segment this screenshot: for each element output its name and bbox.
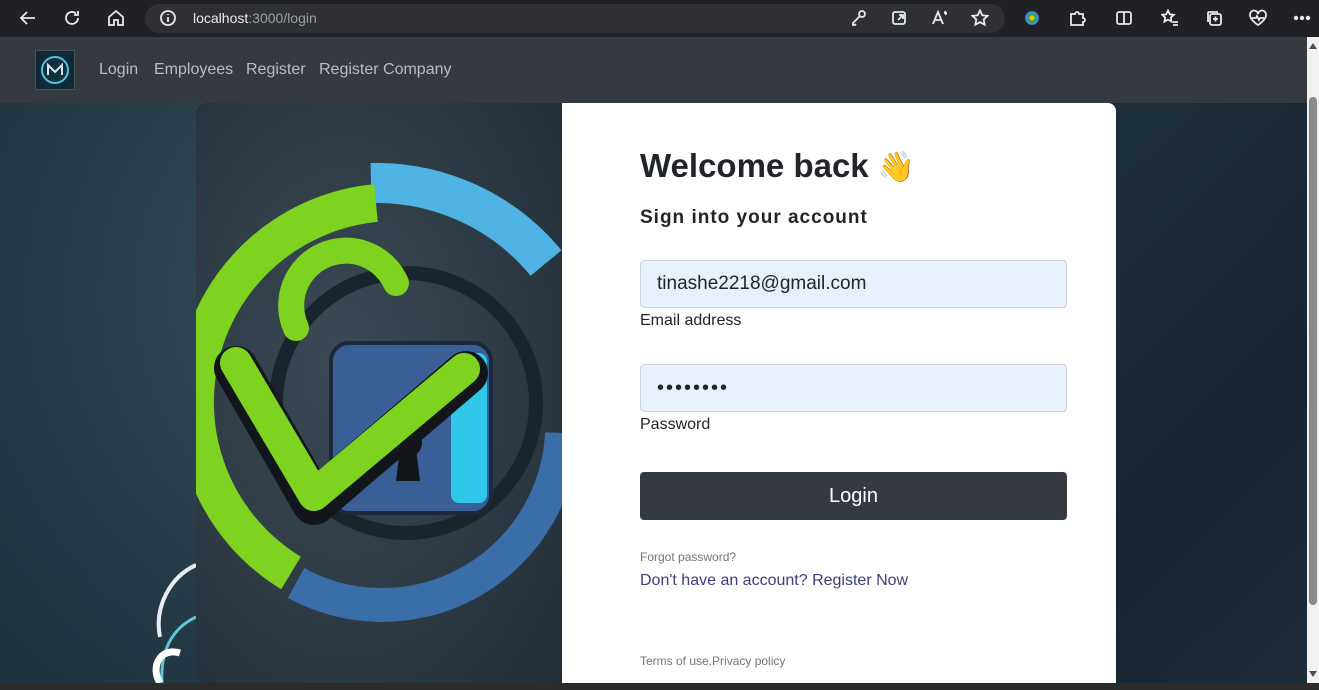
heart-pulse-icon (1249, 9, 1267, 27)
ellipsis-icon (1293, 15, 1311, 21)
url-text: localhost:3000/login (193, 10, 317, 26)
nav-link-employees[interactable]: Employees (154, 61, 233, 79)
favorites-list-icon (1161, 9, 1178, 26)
extensions-button[interactable] (1063, 5, 1091, 31)
brand-logo[interactable] (35, 50, 75, 90)
navbar: Login Employees Register Register Compan… (0, 37, 1307, 103)
info-icon[interactable] (159, 9, 177, 27)
copilot-icon (1025, 11, 1039, 25)
scroll-down-icon[interactable] (1309, 671, 1317, 677)
background-decoration (152, 563, 197, 683)
reload-icon (65, 11, 79, 25)
page-scrollbar[interactable] (1307, 37, 1319, 683)
split-screen-button[interactable] (1110, 5, 1138, 31)
bottom-edge (0, 683, 1319, 690)
key-icon[interactable] (851, 9, 867, 27)
wave-emoji-icon: 👋 (877, 151, 916, 184)
nav-link-login[interactable]: Login (99, 61, 138, 79)
address-bar[interactable]: localhost:3000/login (145, 4, 1005, 33)
browser-chrome: localhost:3000/login (0, 0, 1319, 37)
collections-button[interactable] (1200, 5, 1228, 31)
password-label: Password (640, 416, 711, 433)
background-right (1116, 103, 1307, 683)
forgot-password-link[interactable]: Forgot password? (640, 550, 736, 564)
register-prompt: Don't have an account? Register Now (640, 572, 908, 590)
login-card: Welcome back 👋 Sign into your account ti… (196, 103, 1116, 683)
read-aloud-icon[interactable] (931, 9, 949, 27)
collections-icon (1207, 11, 1222, 26)
email-field[interactable]: tinashe2218@gmail.com (640, 260, 1067, 308)
puzzle-icon (1070, 11, 1086, 26)
more-menu-button[interactable] (1288, 5, 1316, 31)
login-illustration (196, 103, 579, 683)
split-screen-icon (1116, 11, 1132, 25)
page-viewport: Login Employees Register Register Compan… (0, 37, 1307, 683)
scroll-thumb[interactable] (1309, 97, 1317, 605)
favorite-star-icon[interactable] (971, 9, 989, 27)
nav-link-register[interactable]: Register (246, 61, 306, 79)
nav-link-register-company[interactable]: Register Company (319, 61, 452, 79)
reload-button[interactable] (58, 5, 86, 31)
open-app-icon[interactable] (891, 9, 907, 27)
register-now-link[interactable]: Register Now (812, 572, 908, 589)
brand-logo-icon (41, 56, 69, 84)
password-field[interactable]: •••••••• (640, 364, 1067, 412)
home-icon (108, 9, 124, 26)
form-subtitle: Sign into your account (640, 207, 868, 228)
footer-links: Terms of use.Privacy policy (640, 654, 785, 668)
back-button[interactable] (14, 5, 42, 31)
favorites-button[interactable] (1156, 5, 1184, 31)
back-arrow-icon (19, 11, 35, 25)
copilot-button[interactable] (1018, 5, 1046, 31)
browser-essentials-button[interactable] (1244, 5, 1272, 31)
register-prompt-text: Don't have an account? (640, 572, 813, 589)
email-label: Email address (640, 312, 742, 329)
scroll-up-icon[interactable] (1309, 43, 1317, 49)
login-form: Welcome back 👋 Sign into your account ti… (562, 103, 1116, 683)
page-title: Welcome back 👋 (640, 147, 916, 184)
security-check-illustration (196, 103, 579, 683)
terms-link[interactable]: Terms of use. (640, 654, 712, 668)
privacy-link[interactable]: Privacy policy (712, 654, 785, 668)
login-button[interactable]: Login (640, 472, 1067, 520)
home-button[interactable] (102, 5, 130, 31)
